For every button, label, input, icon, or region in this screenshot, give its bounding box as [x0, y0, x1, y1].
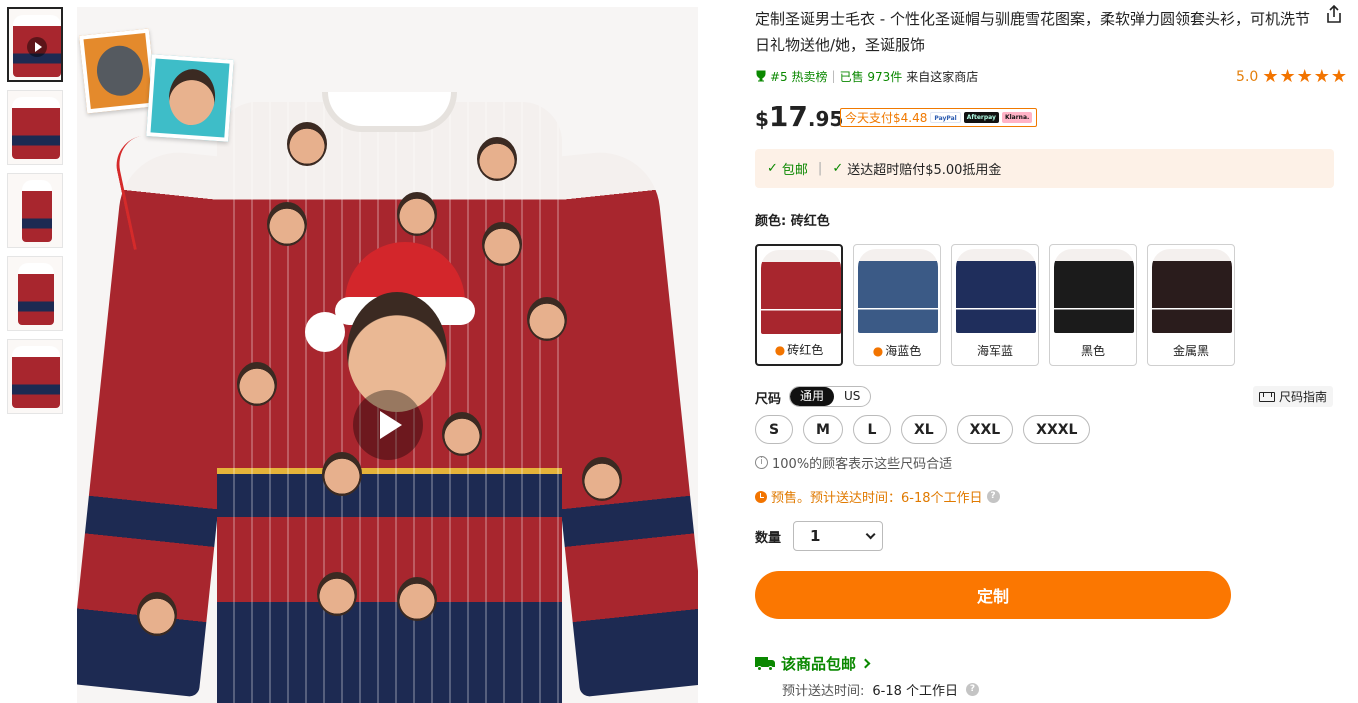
rank-badge[interactable]: #5 热卖榜 — [755, 68, 828, 85]
thumbnail[interactable] — [7, 173, 63, 248]
size-system-universal[interactable]: 通用 — [790, 387, 835, 406]
free-shipping-link[interactable]: 该商品包邮 — [755, 653, 871, 674]
play-icon — [27, 37, 47, 57]
swatch-image — [858, 249, 938, 333]
truck-icon — [755, 657, 775, 671]
check-icon: ✓ — [767, 161, 778, 176]
fit-note: i 100%的顾客表示这些尺码合适 — [755, 453, 952, 472]
info-icon: i — [755, 456, 768, 469]
price: $ 17 .95 — [755, 100, 844, 133]
size-option[interactable]: XXXL — [1023, 415, 1091, 444]
pay-today-badge[interactable]: 今天支付$4.48 PayPal Afterpay Klarna. — [840, 108, 1038, 127]
product-title: 定制圣诞男士毛衣 - 个性化圣诞帽与驯鹿雪花图案，柔软弹力圆领套头衫，可机洗节日… — [755, 10, 1310, 54]
thumbnail[interactable] — [7, 90, 63, 165]
size-option[interactable]: XL — [900, 415, 947, 444]
klarna-logo: Klarna. — [1001, 112, 1033, 123]
thumbnail-image — [12, 97, 60, 159]
help-icon[interactable]: ? — [966, 683, 980, 696]
afterpay-logo: Afterpay — [963, 112, 999, 123]
size-option[interactable]: M — [803, 415, 843, 444]
size-option[interactable]: S — [755, 415, 793, 444]
late-credit-text: 送达超时赔付$5.00抵用金 — [847, 163, 1002, 178]
thumbnail-video[interactable] — [7, 7, 63, 82]
trophy-icon — [756, 70, 766, 82]
size-system-toggle[interactable]: 通用 US — [789, 386, 872, 407]
free-shipping-text: 包邮 — [781, 163, 808, 178]
thumbnail-image — [22, 180, 52, 242]
size-label: 尺码 — [755, 392, 782, 407]
play-video-button[interactable] — [353, 390, 423, 460]
color-swatches: ● 砖红色 ● 海蓝色 海军蓝 黑色 金属黑 — [755, 244, 1235, 366]
check-icon: ✓ — [832, 161, 844, 176]
size-option[interactable]: XXL — [956, 415, 1014, 444]
size-option[interactable]: L — [852, 415, 891, 444]
thumbnail[interactable] — [7, 256, 63, 331]
color-swatch[interactable]: 海军蓝 — [951, 244, 1039, 366]
chevron-right-icon — [860, 658, 871, 669]
delivery-eta: 预计送达时间: 6-18 个工作日 ? — [782, 680, 980, 699]
sold-count: 已售 973件 — [839, 69, 903, 84]
help-icon[interactable]: ? — [986, 490, 1000, 503]
rating-value: 5.0 — [1236, 68, 1259, 85]
thumbnail[interactable] — [7, 339, 63, 414]
size-guide-link[interactable]: 尺码指南 — [1253, 386, 1334, 407]
swatch-label: 海蓝色 — [885, 344, 922, 358]
flame-icon: ● — [872, 343, 884, 358]
color-swatch[interactable]: 金属黑 — [1147, 244, 1235, 366]
swatch-image — [1054, 249, 1134, 333]
ruler-icon — [1259, 391, 1275, 402]
thumbnail-list — [7, 7, 65, 422]
customize-button[interactable]: 定制 — [755, 571, 1231, 619]
thumbnail-image — [18, 263, 54, 325]
color-swatch[interactable]: ● 砖红色 — [755, 244, 843, 366]
swatch-label: 海军蓝 — [976, 344, 1013, 358]
swatch-label: 黑色 — [1080, 344, 1105, 358]
face-photo-sticker — [146, 54, 234, 142]
star-icons: ★★★★★ — [1262, 66, 1348, 87]
paypal-logo: PayPal — [930, 112, 961, 123]
quantity-label: 数量 — [755, 531, 782, 546]
chevron-down-icon — [865, 528, 876, 539]
size-system-us[interactable]: US — [834, 387, 870, 406]
color-swatch[interactable]: 黑色 — [1049, 244, 1137, 366]
shipping-benefits[interactable]: ✓ 包邮 | ✓ 送达超时赔付$5.00抵用金 — [755, 149, 1334, 188]
share-icon[interactable] — [1325, 4, 1343, 24]
rating[interactable]: 5.0 ★★★★★ — [1236, 66, 1348, 87]
swatch-image — [956, 249, 1036, 333]
color-label: 颜色: 砖红色 — [755, 214, 830, 229]
thumbnail-image — [12, 346, 60, 408]
quantity-select[interactable]: 1 — [793, 521, 883, 551]
swatch-label: 金属黑 — [1172, 344, 1209, 358]
swatch-image — [1152, 249, 1232, 333]
cat-photo-sticker — [79, 28, 157, 114]
clock-icon — [755, 490, 767, 503]
swatch-label: 砖红色 — [787, 343, 824, 357]
presale-note: 预售。预计送达时间：6-18个工作日 ? — [755, 487, 1000, 506]
flame-icon: ● — [774, 342, 786, 357]
swatch-image — [761, 250, 841, 334]
color-swatch[interactable]: ● 海蓝色 — [853, 244, 941, 366]
main-product-image[interactable] — [77, 7, 698, 703]
from-store-link[interactable]: 来自这家商店 — [906, 68, 978, 85]
size-options: S M L XL XXL XXXL — [755, 415, 1091, 444]
